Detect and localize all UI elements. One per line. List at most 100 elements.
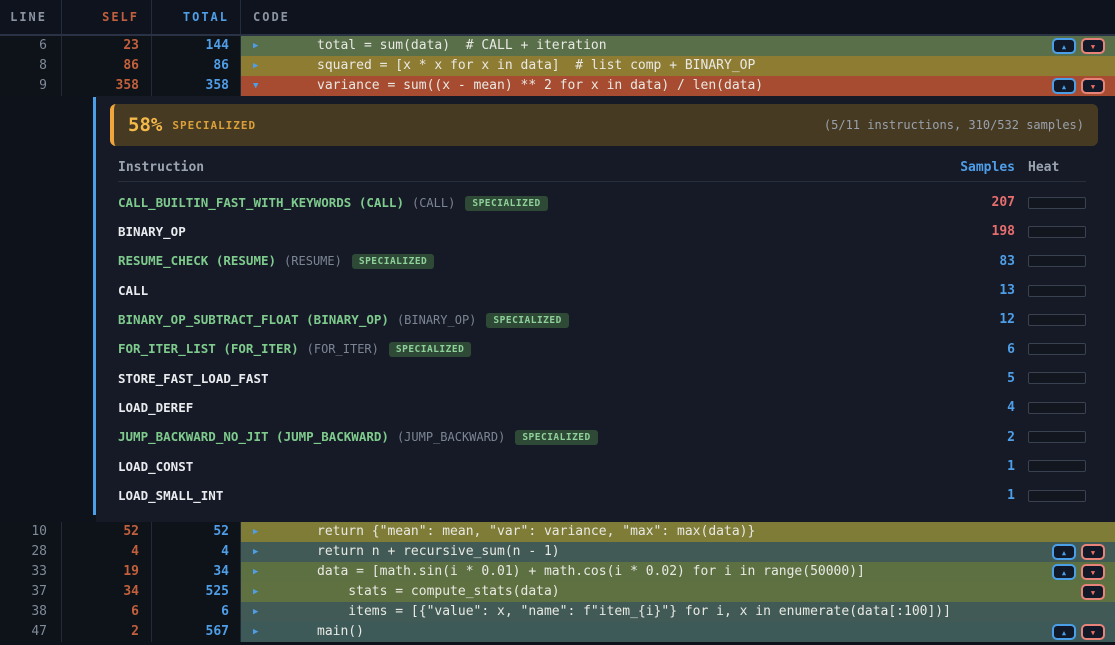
expander-icon[interactable]: ▶: [253, 56, 267, 76]
table-header: LINE SELF TOTAL CODE: [0, 0, 1115, 36]
instruction-samples: 6: [955, 342, 1015, 357]
expander-icon[interactable]: ▶: [253, 522, 267, 542]
specialized-badge: SPECIALIZED: [389, 342, 471, 357]
instruction-name: LOAD_CONSTSPECIALIZED: [118, 459, 955, 474]
jump-up-button[interactable]: ▲: [1052, 38, 1076, 54]
jump-down-button[interactable]: ▼: [1081, 78, 1105, 94]
instruction-name: BINARY_OP_SUBTRACT_FLOAT (BINARY_OP)(BIN…: [118, 312, 955, 328]
code-text: squared = [x * x for x in data] # list c…: [317, 56, 755, 76]
heat-bar: [1028, 490, 1086, 502]
expander-icon[interactable]: ▶: [253, 582, 267, 602]
specialized-percent: 58%: [128, 114, 162, 136]
instruction-row: FOR_ITER_LIST (FOR_ITER) (FOR_ITER) SPECIA…: [118, 334, 1086, 363]
heat-bar: [1028, 402, 1086, 414]
instruction-table-header: Instruction Samples Heat: [118, 154, 1086, 182]
total-samples: 52: [152, 522, 241, 542]
code-text: return {"mean": mean, "var": variance, "…: [317, 522, 755, 542]
specialization-meta: (5/11 instructions, 310/532 samples): [824, 118, 1084, 132]
heat-bar: [1028, 372, 1086, 384]
line-column-header: LINE: [0, 0, 62, 34]
code-cell[interactable]: ▼ variance = sum((x - mean) ** 2 for x i…: [241, 76, 1115, 96]
instruction-name: CALL_BUILTIN_FAST_WITH_KEYWORDS (CALL)(C…: [118, 195, 955, 211]
instruction-name: JUMP_BACKWARD_NO_JIT (JUMP_BACKWARD)(JUM…: [118, 429, 955, 445]
instruction-samples: 1: [955, 488, 1015, 503]
instruction-samples: 13: [955, 283, 1015, 298]
expander-icon[interactable]: ▶: [253, 602, 267, 622]
jump-down-button[interactable]: ▼: [1081, 564, 1105, 580]
heat-header: Heat: [1028, 160, 1086, 175]
table-row: 37 34 525 ▶ stats = compute_stats(data) …: [0, 582, 1115, 602]
jump-down-button[interactable]: ▼: [1081, 38, 1105, 54]
table-row: 38 6 6 ▶ items = [{"value": x, "name": f…: [0, 602, 1115, 622]
specialized-badge: SPECIALIZED: [465, 196, 547, 211]
code-cell[interactable]: ▶ items = [{"value": x, "name": f"item_{…: [241, 602, 1115, 622]
instruction-name: FOR_ITER_LIST (FOR_ITER) (FOR_ITER) SPECIA…: [118, 341, 955, 357]
instruction-samples: 4: [955, 400, 1015, 415]
code-cell[interactable]: ▶ total = sum(data) # CALL + iteration ▲…: [241, 36, 1115, 56]
jump-down-button[interactable]: ▼: [1081, 624, 1105, 640]
line-number: 10: [0, 522, 62, 542]
code-cell[interactable]: ▶ return {"mean": mean, "var": variance,…: [241, 522, 1115, 542]
jump-up-button[interactable]: ▲: [1052, 78, 1076, 94]
total-samples: 144: [152, 36, 241, 56]
instruction-opname: LOAD_SMALL_INT: [118, 488, 223, 503]
jump-up-button[interactable]: ▲: [1052, 564, 1076, 580]
table-row: 8 86 86 ▶ squared = [x * x for x in data…: [0, 56, 1115, 76]
instruction-name: LOAD_SMALL_INTSPECIALIZED: [118, 488, 955, 503]
jump-down-button[interactable]: ▼: [1081, 544, 1105, 560]
instruction-base-op: (RESUME): [284, 254, 342, 268]
heat-bar: [1028, 343, 1086, 355]
instruction-base-op: (FOR_ITER): [307, 342, 379, 356]
code-cell[interactable]: ▶ return n + recursive_sum(n - 1) ▲ ▼: [241, 542, 1115, 562]
heat-bar: [1028, 431, 1086, 443]
table-row: 10 52 52 ▶ return {"mean": mean, "var": …: [0, 522, 1115, 542]
expanded-detail-strip: 58% SPECIALIZED (5/11 instructions, 310/…: [0, 96, 1115, 522]
instruction-samples: 83: [955, 254, 1015, 269]
expander-icon[interactable]: ▶: [253, 542, 267, 562]
table-row: 9 358 358 ▼ variance = sum((x - mean) **…: [0, 76, 1115, 96]
specialization-banner: 58% SPECIALIZED (5/11 instructions, 310/…: [110, 104, 1098, 146]
line-number: 47: [0, 622, 62, 642]
self-samples: 2: [62, 622, 152, 642]
self-samples: 19: [62, 562, 152, 582]
instruction-opname: CALL: [118, 283, 148, 298]
line-number: 6: [0, 36, 62, 56]
instruction-samples: 5: [955, 371, 1015, 386]
self-samples: 358: [62, 76, 152, 96]
instruction-opname: FOR_ITER_LIST (FOR_ITER): [118, 341, 299, 356]
expander-icon[interactable]: ▶: [253, 562, 267, 582]
total-samples: 6: [152, 602, 241, 622]
table-row: 33 19 34 ▶ data = [math.sin(i * 0.01) + …: [0, 562, 1115, 582]
heat-bar: [1028, 226, 1086, 238]
instruction-detail-panel: 58% SPECIALIZED (5/11 instructions, 310/…: [96, 96, 1115, 522]
code-text: items = [{"value": x, "name": f"item_{i}…: [317, 602, 951, 622]
specialized-label: SPECIALIZED: [172, 119, 256, 132]
table-row: 28 4 4 ▶ return n + recursive_sum(n - 1)…: [0, 542, 1115, 562]
code-cell[interactable]: ▶ squared = [x * x for x in data] # list…: [241, 56, 1115, 76]
code-cell[interactable]: ▶ data = [math.sin(i * 0.01) + math.cos(…: [241, 562, 1115, 582]
instruction-opname: LOAD_DEREF: [118, 400, 193, 415]
instruction-base-op: (BINARY_OP): [397, 313, 476, 327]
jump-up-button[interactable]: ▲: [1052, 624, 1076, 640]
code-text: return n + recursive_sum(n - 1): [317, 542, 560, 562]
instruction-name: RESUME_CHECK (RESUME)(RESUME)SPECIALIZED: [118, 253, 955, 269]
code-cell[interactable]: ▶ stats = compute_stats(data) ▲ ▼: [241, 582, 1115, 602]
code-cell[interactable]: ▶ main() ▲ ▼: [241, 622, 1115, 642]
instruction-row: LOAD_SMALL_INTSPECIALIZED 1: [118, 481, 1086, 510]
line-number: 33: [0, 562, 62, 582]
instruction-row: CALL_BUILTIN_FAST_WITH_KEYWORDS (CALL)(C…: [118, 188, 1086, 217]
instruction-opname: BINARY_OP: [118, 224, 186, 239]
top-code-rows: 6 23 144 ▶ total = sum(data) # CALL + it…: [0, 36, 1115, 96]
code-text: variance = sum((x - mean) ** 2 for x in …: [317, 76, 763, 96]
expander-icon[interactable]: ▶: [253, 622, 267, 642]
expander-icon[interactable]: ▼: [253, 76, 267, 96]
instruction-row: RESUME_CHECK (RESUME)(RESUME)SPECIALIZED…: [118, 247, 1086, 276]
self-samples: 34: [62, 582, 152, 602]
heat-bar: [1028, 314, 1086, 326]
jump-down-button[interactable]: ▼: [1081, 584, 1105, 600]
jump-up-button[interactable]: ▲: [1052, 544, 1076, 560]
specialized-badge: SPECIALIZED: [352, 254, 434, 269]
line-number: 38: [0, 602, 62, 622]
expander-icon[interactable]: ▶: [253, 36, 267, 56]
heat-bar: [1028, 460, 1086, 472]
